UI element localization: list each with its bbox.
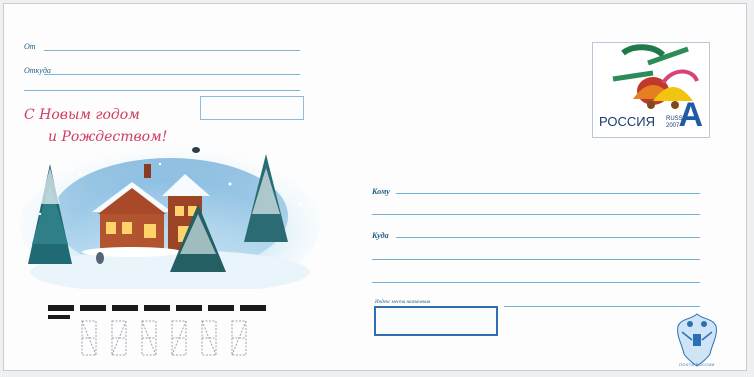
stamp-year: 2007 [666,123,680,129]
sender-address-line-2 [24,90,300,91]
bar [112,305,138,311]
digit-stencil [201,320,217,356]
recipient-name-line-2 [372,214,700,215]
sender-name-line [44,50,300,51]
recipient-name-label: Кому [372,187,390,196]
sender-address-line [44,74,300,75]
bar [240,305,266,311]
bar-small [48,315,70,319]
bar [208,305,234,311]
digit-stencil [171,320,187,356]
greeting-line-1: С Новым годом [24,107,140,123]
digit-stencil [141,320,157,356]
postcode-line [504,306,700,307]
digit-stencil [111,320,127,356]
bar [48,305,74,311]
digit-stencil [81,320,97,356]
greeting-text: С Новым годом и Рождеством! [24,104,184,148]
publisher-caption: ПОЧТА РОССИИ [679,362,715,367]
envelope: От Откуда С Новым годом и Рождеством! РО… [3,3,747,371]
recipient-address-label: Куда [372,231,389,240]
digit-stencil [231,320,247,356]
double-headed-eagle-icon [677,313,717,367]
recipient-address-line [396,237,700,238]
postcode-label: Индекс места назначения [375,300,431,305]
bar [144,305,170,311]
cat-icon [96,252,104,264]
sender-postcode-box [200,96,304,120]
postage-stamp: РОССИЯ RUSSIA 2007 А [592,42,710,138]
recipient-name-line [396,193,700,194]
bird-icon [192,147,200,153]
recipient-address-line-2 [372,259,700,260]
stamp-tariff-letter: А [678,96,703,134]
bar [176,305,202,311]
recipient-address-line-3 [372,282,700,283]
winter-house-illustration [20,146,320,289]
stamp-country: РОССИЯ [599,114,656,129]
postcode-box [374,306,498,336]
sender-name-label: От [24,42,36,51]
bar [80,305,106,311]
